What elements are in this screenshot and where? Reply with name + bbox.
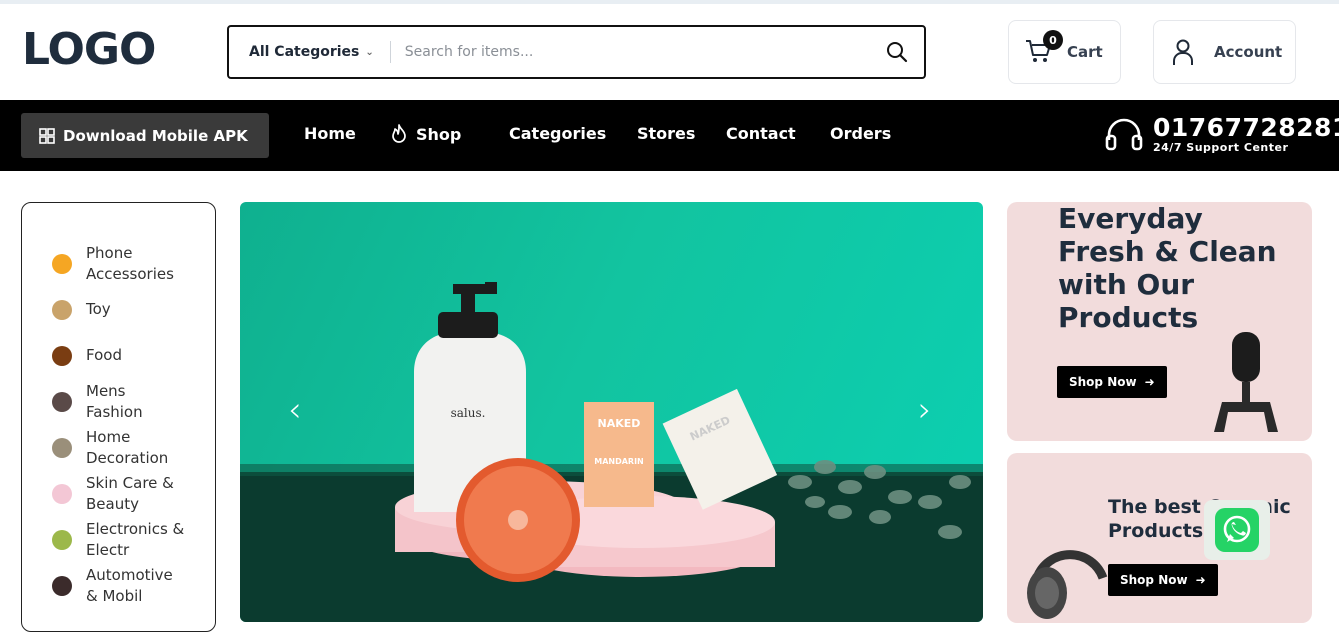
account-label: Account bbox=[1214, 43, 1283, 61]
category-select-label: All Categories bbox=[249, 44, 360, 60]
nav-stores[interactable]: Stores bbox=[637, 124, 695, 143]
nav-shop-label: Shop bbox=[416, 124, 462, 144]
main-nav: Download Mobile APK Home Shop Categories… bbox=[0, 100, 1339, 171]
automotive-icon bbox=[52, 576, 72, 596]
sidebar-item-label: Toy bbox=[86, 300, 111, 318]
soap-label-1-sub: MANDARIN bbox=[594, 457, 644, 466]
site-logo[interactable]: LOGO bbox=[22, 24, 156, 75]
toy-icon bbox=[52, 299, 72, 320]
phone-accessories-icon bbox=[52, 254, 72, 274]
cart-icon: 0 bbox=[1025, 30, 1063, 66]
sidebar-item-phone-accessories[interactable]: Phone Accessories bbox=[52, 243, 186, 285]
cart-label: Cart bbox=[1067, 43, 1103, 61]
sidebar-item-label: Skin Care & Beauty bbox=[86, 474, 174, 513]
sidebar-item-electronics[interactable]: Electronics & Electr bbox=[52, 519, 186, 561]
sidebar-item-label: Home Decoration bbox=[86, 428, 169, 467]
hero-product-image: salus. NAKED MANDARIN NAKED bbox=[240, 282, 983, 622]
nav-shop[interactable]: Shop bbox=[390, 124, 461, 144]
nav-contact[interactable]: Contact bbox=[726, 124, 796, 143]
carousel-prev-button[interactable]: ‹ bbox=[288, 390, 302, 430]
sidebar-item-skin-care[interactable]: Skin Care & Beauty bbox=[52, 473, 186, 515]
bottle-label: salus. bbox=[451, 406, 486, 420]
hero-banner[interactable]: salus. NAKED MANDARIN NAKED ‹ › bbox=[240, 202, 983, 622]
sidebar-item-label: Mens Fashion bbox=[86, 382, 143, 421]
shop-now-label: Shop Now bbox=[1120, 573, 1188, 587]
user-icon bbox=[1173, 39, 1193, 65]
sidebar-item-mens-fashion[interactable]: Mens Fashion bbox=[52, 381, 186, 423]
mens-fashion-icon bbox=[52, 392, 72, 412]
promo-title: Everyday Fresh & Clean with Our Products bbox=[1058, 202, 1277, 334]
electronics-icon bbox=[52, 530, 72, 550]
grid-icon bbox=[39, 127, 55, 144]
cart-count-badge: 0 bbox=[1043, 30, 1063, 50]
support-phone-number: 01767728281 bbox=[1153, 113, 1339, 142]
top-border bbox=[0, 0, 1339, 4]
sidebar-item-label: Electronics & Electr bbox=[86, 520, 185, 559]
sidebar-item-automotive[interactable]: Automotive & Mobil bbox=[52, 565, 186, 607]
sidebar-item-home-decoration[interactable]: Home Decoration bbox=[52, 427, 186, 469]
shop-now-button[interactable]: Shop Now ➜ bbox=[1057, 366, 1167, 398]
download-apk-label: Download Mobile APK bbox=[63, 126, 248, 145]
whatsapp-icon bbox=[1215, 508, 1259, 552]
nav-orders[interactable]: Orders bbox=[830, 124, 891, 143]
flame-icon bbox=[392, 124, 406, 143]
skin-care-icon bbox=[52, 484, 72, 504]
headset-icon bbox=[1105, 118, 1143, 150]
home-decoration-icon bbox=[52, 438, 72, 458]
sidebar-item-label: Phone Accessories bbox=[86, 244, 174, 283]
sidebar-item-food[interactable]: Food bbox=[52, 345, 186, 366]
search-icon bbox=[887, 42, 908, 63]
shop-now-button[interactable]: Shop Now ➜ bbox=[1108, 564, 1218, 596]
nav-categories[interactable]: Categories bbox=[509, 124, 606, 143]
food-icon bbox=[52, 345, 72, 366]
arrow-right-icon: ➜ bbox=[1144, 375, 1155, 389]
sidebar-item-toy[interactable]: Toy bbox=[52, 299, 186, 320]
search-input[interactable] bbox=[390, 27, 870, 77]
nav-home[interactable]: Home bbox=[304, 124, 356, 143]
support-phone[interactable]: 01767728281 24/7 Support Center bbox=[1105, 115, 1339, 154]
cart-button[interactable]: 0 Cart bbox=[1008, 20, 1121, 84]
search-bar: All Categories ⌄ bbox=[227, 25, 926, 79]
whatsapp-button[interactable] bbox=[1204, 500, 1270, 560]
sidebar-item-label: Food bbox=[86, 346, 122, 364]
promo-card-fresh[interactable]: Everyday Fresh & Clean with Our Products… bbox=[1007, 202, 1312, 441]
download-apk-button[interactable]: Download Mobile APK bbox=[21, 113, 269, 158]
carousel-next-button[interactable]: › bbox=[918, 390, 932, 430]
sidebar-item-label: Automotive & Mobil bbox=[86, 566, 173, 605]
search-button[interactable] bbox=[870, 27, 924, 77]
account-button[interactable]: Account bbox=[1153, 20, 1296, 84]
support-caption: 24/7 Support Center bbox=[1153, 141, 1289, 154]
shop-now-label: Shop Now bbox=[1069, 375, 1137, 389]
soap-label-1: NAKED bbox=[598, 417, 641, 430]
category-sidebar: Phone Accessories Toy Food Mens Fashion … bbox=[21, 202, 216, 632]
arrow-right-icon: ➜ bbox=[1195, 573, 1206, 587]
headphones-image bbox=[1027, 550, 1108, 619]
chevron-down-icon: ⌄ bbox=[365, 46, 374, 58]
microphone-image bbox=[1214, 332, 1278, 432]
category-select[interactable]: All Categories ⌄ bbox=[229, 41, 391, 63]
